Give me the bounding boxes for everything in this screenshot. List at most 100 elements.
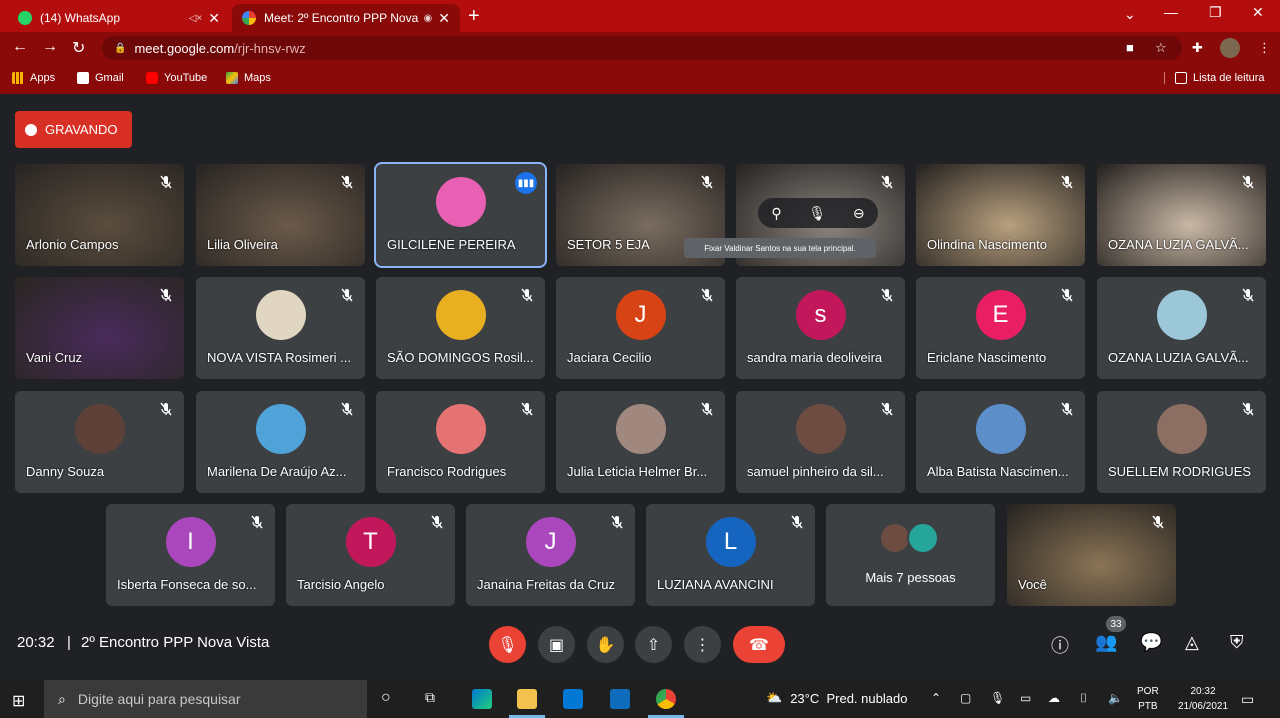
- participant-tile[interactable]: Marilena De Araújo Az...: [196, 391, 365, 493]
- bookmark-gmail[interactable]: Gmail: [77, 72, 124, 84]
- mail-icon[interactable]: [610, 689, 630, 709]
- tab-whatsapp[interactable]: (14) WhatsApp ◁× ✕: [8, 4, 230, 32]
- show-hidden-icons-chevron-icon[interactable]: ⌃: [931, 691, 941, 705]
- volume-icon[interactable]: 🔈: [1108, 691, 1123, 705]
- back-arrow-icon[interactable]: ←: [12, 38, 28, 56]
- mic-muted-icon: [160, 402, 172, 416]
- people-icon[interactable]: 👥: [1095, 632, 1117, 653]
- participant-tile[interactable]: J Jaciara Cecilio: [556, 277, 725, 379]
- avatar: [255, 290, 306, 340]
- mute-tab-icon[interactable]: ◁×: [189, 13, 203, 24]
- battery-icon[interactable]: ▭: [1020, 691, 1031, 705]
- leave-call-button[interactable]: ☎: [733, 626, 785, 663]
- avatar: [255, 404, 306, 454]
- meeting-details-icon[interactable]: ⓘ: [1051, 632, 1069, 658]
- participant-name: SUELLEM RODRIGUES: [1108, 464, 1252, 479]
- participant-tile[interactable]: NOVA VISTA Rosimeri ...: [196, 277, 365, 379]
- participant-tile[interactable]: L LUZIANA AVANCINI: [646, 504, 815, 606]
- hang-up-icon: ☎: [749, 636, 769, 654]
- participant-tile[interactable]: Você: [1007, 504, 1176, 606]
- file-explorer-icon[interactable]: [517, 689, 537, 709]
- bookmark-youtube[interactable]: YouTube: [146, 72, 207, 84]
- menu-kebab-icon[interactable]: ⋮: [1258, 40, 1271, 56]
- taskbar-clock[interactable]: 20:32 21/06/2021: [1176, 684, 1230, 714]
- participant-tile[interactable]: E Ericlane Nascimento: [916, 277, 1085, 379]
- tray-app-icon[interactable]: ▢: [960, 691, 971, 705]
- search-placeholder: Digite aqui para pesquisar: [77, 691, 241, 707]
- mic-off-button[interactable]: 🎙: [489, 626, 526, 663]
- whatsapp-icon: [18, 11, 32, 25]
- url-host: meet.google.com: [134, 40, 235, 56]
- bookmark-star-icon[interactable]: ☆: [1155, 40, 1167, 56]
- chrome-icon[interactable]: [656, 689, 676, 709]
- host-controls-shield-icon[interactable]: ⛨: [1230, 632, 1244, 653]
- participant-tile[interactable]: T Tarcisio Angelo: [286, 504, 455, 606]
- new-tab-button[interactable]: +: [468, 5, 480, 28]
- browser-tab-bar: (14) WhatsApp ◁× ✕ Meet: 2º Encontro PPP…: [0, 0, 1280, 32]
- microphone-tray-icon[interactable]: 🎙: [990, 691, 1005, 705]
- raise-hand-button[interactable]: ✋: [587, 626, 624, 663]
- taskbar-search-box[interactable]: ⌕ Digite aqui para pesquisar: [44, 680, 367, 718]
- participant-tile[interactable]: Julia Leticia Helmer Br...: [556, 391, 725, 493]
- participant-tile[interactable]: SÃO DOMINGOS Rosil...: [376, 277, 545, 379]
- mute-participant-icon[interactable]: 🎙: [808, 205, 826, 222]
- participant-tile[interactable]: samuel pinheiro da sil...: [736, 391, 905, 493]
- extensions-puzzle-icon[interactable]: ✚: [1192, 40, 1203, 56]
- store-icon[interactable]: [563, 689, 583, 709]
- participant-tile[interactable]: I Isberta Fonseca de so...: [106, 504, 275, 606]
- forward-arrow-icon[interactable]: →: [42, 38, 58, 56]
- participant-tile[interactable]: s sandra maria deoliveira: [736, 277, 905, 379]
- mic-muted-icon: [791, 515, 803, 529]
- reload-icon[interactable]: ↻: [72, 38, 85, 58]
- participant-tile[interactable]: ▮▮▮ GILCILENE PEREIRA: [374, 162, 547, 268]
- participant-tile[interactable]: OZANA LUZIA GALVÃ...: [1097, 164, 1266, 266]
- participant-tile[interactable]: Danny Souza: [15, 391, 184, 493]
- more-people-tile[interactable]: Mais 7 pessoas: [826, 504, 995, 606]
- bookmark-maps[interactable]: Maps: [226, 72, 271, 84]
- close-tab-icon[interactable]: ✕: [438, 10, 450, 27]
- profile-avatar[interactable]: [1220, 38, 1240, 58]
- reading-list[interactable]: Lista de leitura: [1164, 72, 1265, 84]
- pin-icon[interactable]: ⚲: [771, 205, 781, 222]
- participant-tile[interactable]: J Janaina Freitas da Cruz: [466, 504, 635, 606]
- camera-icon[interactable]: ■: [1126, 40, 1134, 55]
- avatar: [975, 404, 1026, 454]
- task-view-icon[interactable]: ⧉: [425, 689, 435, 706]
- present-screen-button[interactable]: ⇧: [635, 626, 672, 663]
- participant-tile[interactable]: OZANA LUZIA GALVÃ...: [1097, 277, 1266, 379]
- participant-tile[interactable]: Lilia Oliveira: [196, 164, 365, 266]
- participant-tile[interactable]: Alba Batista Nascimen...: [916, 391, 1085, 493]
- notifications-icon[interactable]: ▭: [1241, 691, 1254, 708]
- avatar: L: [705, 517, 756, 567]
- minimize-button[interactable]: —: [1164, 4, 1178, 20]
- avatar: T: [345, 517, 396, 567]
- restore-button[interactable]: ❐: [1209, 4, 1222, 21]
- activities-icon[interactable]: ◬: [1185, 632, 1199, 653]
- close-tab-icon[interactable]: ✕: [208, 10, 220, 27]
- participant-tile[interactable]: Arlonio Campos: [15, 164, 184, 266]
- chat-icon[interactable]: 💬: [1140, 632, 1162, 653]
- participant-name: Arlonio Campos: [26, 237, 119, 252]
- input-language[interactable]: POR PTB: [1137, 684, 1159, 714]
- edge-icon[interactable]: [472, 689, 492, 709]
- mic-muted-icon: [881, 175, 893, 189]
- remove-participant-icon[interactable]: ⊖: [853, 205, 865, 222]
- participant-tile[interactable]: Olindina Nascimento: [916, 164, 1085, 266]
- participant-tile[interactable]: Vani Cruz: [15, 277, 184, 379]
- weather-widget[interactable]: ⛅ 23°C Pred. nublado: [766, 690, 907, 706]
- network-icon[interactable]: ⌷: [1080, 691, 1087, 706]
- more-options-button[interactable]: ⋮: [684, 626, 721, 663]
- url-field[interactable]: 🔒 meet.google.com/rjr-hnsv-rwz: [102, 36, 1182, 60]
- windows-start-icon[interactable]: ⊞: [12, 691, 25, 711]
- camera-button[interactable]: ▣: [538, 626, 575, 663]
- mic-muted-icon: [1242, 288, 1254, 302]
- tab-meet[interactable]: Meet: 2º Encontro PPP Nova ◉ ✕: [232, 4, 460, 32]
- tab-title: Meet: 2º Encontro PPP Nova: [264, 11, 419, 25]
- cortana-icon[interactable]: ○: [381, 689, 391, 707]
- participant-tile[interactable]: Francisco Rodrigues: [376, 391, 545, 493]
- tab-search-icon[interactable]: ⌄: [1124, 6, 1136, 23]
- onedrive-cloud-icon[interactable]: ☁: [1048, 691, 1060, 705]
- bookmark-apps[interactable]: Apps: [12, 72, 55, 84]
- window-close-button[interactable]: ✕: [1252, 4, 1264, 21]
- participant-tile[interactable]: SUELLEM RODRIGUES: [1097, 391, 1266, 493]
